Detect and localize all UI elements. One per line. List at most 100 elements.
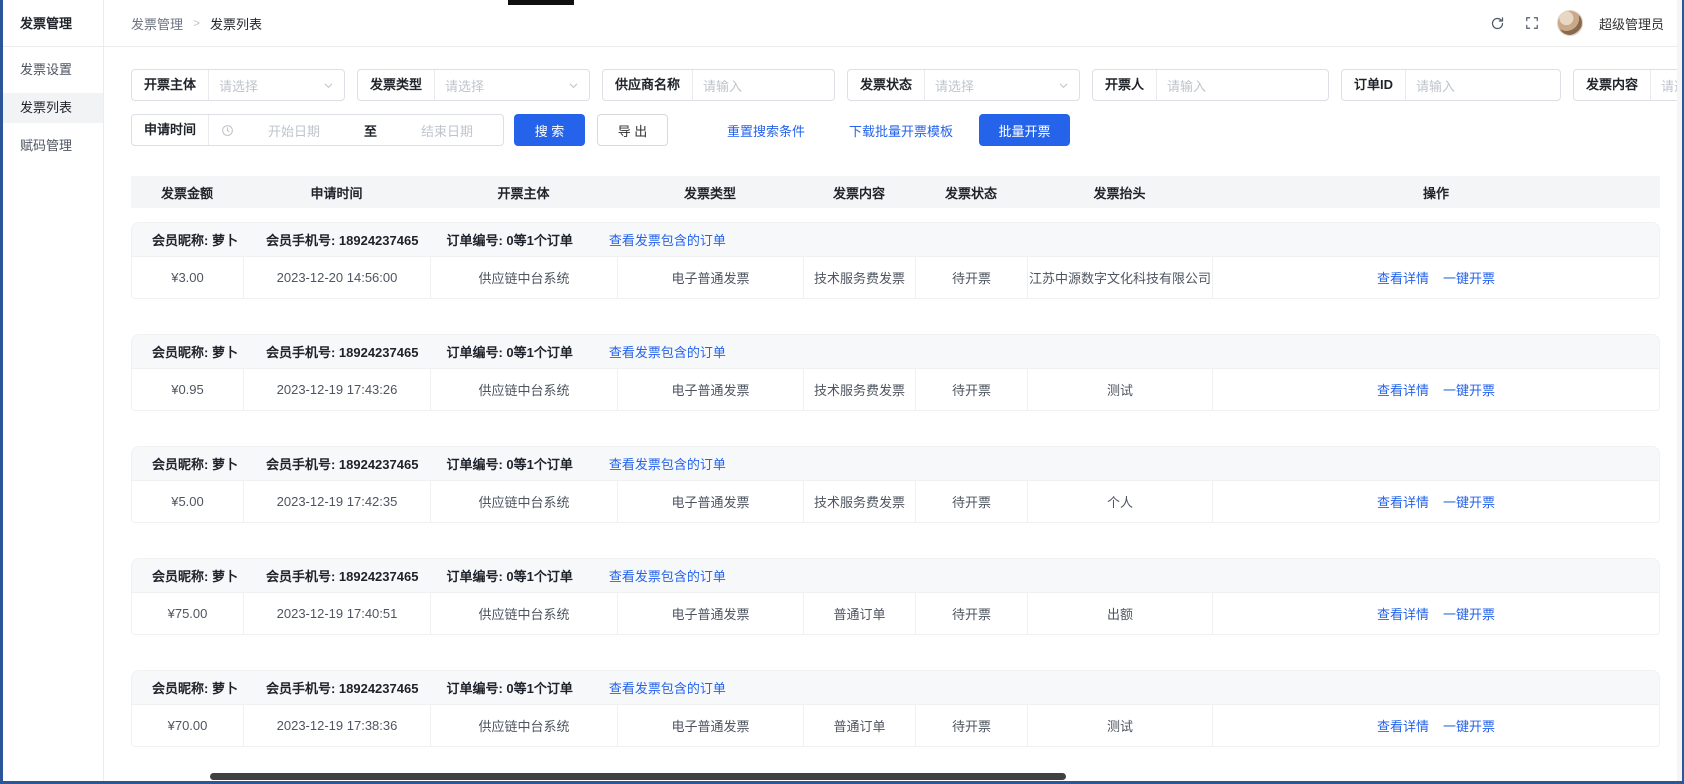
filter-invoice-subject[interactable]: 开票主体 请选择 <box>131 69 345 101</box>
cell-invoice-amount: ¥75.00 <box>132 593 244 634</box>
cell-apply-time: 2023-12-20 14:56:00 <box>244 257 431 298</box>
col-invoice-content: 发票内容 <box>803 176 915 208</box>
filter-label: 发票状态 <box>848 76 924 94</box>
search-button[interactable]: 搜 索 <box>514 114 585 146</box>
cell-invoice-subject: 供应链中台系统 <box>431 369 618 410</box>
one-click-invoice-link[interactable]: 一键开票 <box>1443 716 1495 735</box>
filter-placeholder: 请输入 <box>1157 70 1328 100</box>
reset-search-link[interactable]: 重置搜索条件 <box>727 121 805 140</box>
member-phone: 会员手机号: 18924237465 <box>266 678 418 697</box>
horizontal-scrollbar-thumb[interactable] <box>210 773 1066 780</box>
col-invoice-subject: 开票主体 <box>430 176 617 208</box>
cell-invoice-content: 技术服务费发票 <box>804 481 916 522</box>
batch-invoice-button[interactable]: 批量开票 <box>979 114 1070 146</box>
cell-apply-time: 2023-12-19 17:42:35 <box>244 481 431 522</box>
cell-invoice-type: 电子普通发票 <box>618 593 804 634</box>
date-end-input[interactable]: 结束日期 <box>391 115 503 145</box>
invoice-table: 发票金额 申请时间 开票主体 发票类型 发票内容 发票状态 发票抬头 操作 会员… <box>131 176 1660 747</box>
table-body: 会员昵称: 萝卜 会员手机号: 18924237465 订单编号: 0等1个订单… <box>131 222 1660 747</box>
download-batch-template-link[interactable]: 下载批量开票模板 <box>849 121 953 140</box>
filter-label: 申请时间 <box>132 121 208 139</box>
view-detail-link[interactable]: 查看详情 <box>1377 380 1429 399</box>
filter-placeholder: 请选择 <box>925 70 1058 100</box>
col-apply-time: 申请时间 <box>243 176 430 208</box>
date-range-separator: 至 <box>350 121 391 140</box>
invoice-row: ¥70.00 2023-12-19 17:38:36 供应链中台系统 电子普通发… <box>132 704 1659 746</box>
view-detail-link[interactable]: 查看详情 <box>1377 716 1429 735</box>
view-included-orders-link[interactable]: 查看发票包含的订单 <box>609 454 726 473</box>
col-invoice-amount: 发票金额 <box>131 176 243 208</box>
top-strip <box>508 0 574 5</box>
filter-placeholder: 请输入 <box>1406 70 1560 100</box>
view-included-orders-link[interactable]: 查看发票包含的订单 <box>609 342 726 361</box>
cell-actions: 查看详情 一键开票 <box>1213 593 1659 634</box>
filter-invoice-type[interactable]: 发票类型 请选择 <box>357 69 590 101</box>
cell-apply-time: 2023-12-19 17:43:26 <box>244 369 431 410</box>
cell-actions: 查看详情 一键开票 <box>1213 369 1659 410</box>
view-detail-link[interactable]: 查看详情 <box>1377 604 1429 623</box>
date-start-input[interactable]: 开始日期 <box>238 115 350 145</box>
main-area: 发票管理 > 发票列表 超级管理员 <box>104 0 1682 781</box>
breadcrumb-separator: > <box>193 16 200 30</box>
vertical-scrollbar[interactable] <box>1677 0 1682 781</box>
cell-invoice-subject: 供应链中台系统 <box>431 481 618 522</box>
table-header-row: 发票金额 申请时间 开票主体 发票类型 发票内容 发票状态 发票抬头 操作 <box>131 176 1660 208</box>
view-detail-link[interactable]: 查看详情 <box>1377 268 1429 287</box>
topbar: 发票管理 > 发票列表 超级管理员 <box>104 0 1682 47</box>
member-nickname: 会员昵称: 萝卜 <box>152 230 238 249</box>
topbar-actions: 超级管理员 <box>1489 10 1664 36</box>
refresh-icon[interactable] <box>1489 14 1507 32</box>
cell-invoice-content: 普通订单 <box>804 705 916 746</box>
filter-invoice-status[interactable]: 发票状态 请选择 <box>847 69 1080 101</box>
filter-order-id[interactable]: 订单ID 请输入 <box>1341 69 1561 101</box>
export-button[interactable]: 导 出 <box>597 114 668 146</box>
filter-row-2: 申请时间 开始日期 至 结束日期 搜 索 导 出 重置搜索条件 下载批量开票模板… <box>131 114 1682 146</box>
cell-invoice-amount: ¥0.95 <box>132 369 244 410</box>
invoice-row: ¥75.00 2023-12-19 17:40:51 供应链中台系统 电子普通发… <box>132 592 1659 634</box>
invoice-row: ¥5.00 2023-12-19 17:42:35 供应链中台系统 电子普通发票… <box>132 480 1659 522</box>
order-number: 订单编号: 0等1个订单 <box>446 342 572 361</box>
sidebar-item-invoice-settings[interactable]: 发票设置 <box>3 55 103 85</box>
sidebar-item-invoice-list[interactable]: 发票列表 <box>3 93 103 123</box>
cell-invoice-title: 个人 <box>1028 481 1213 522</box>
cell-invoice-status: 待开票 <box>916 481 1028 522</box>
filter-supplier-name[interactable]: 供应商名称 请输入 <box>602 69 835 101</box>
one-click-invoice-link[interactable]: 一键开票 <box>1443 380 1495 399</box>
member-nickname: 会员昵称: 萝卜 <box>152 678 238 697</box>
filter-invoice-content[interactable]: 发票内容 请选择 <box>1573 69 1684 101</box>
view-included-orders-link[interactable]: 查看发票包含的订单 <box>609 566 726 585</box>
order-number: 订单编号: 0等1个订单 <box>446 230 572 249</box>
filter-row-1: 开票主体 请选择 发票类型 请选择 供应商名称 请输入 发票状态 请选择 <box>131 69 1684 101</box>
cell-apply-time: 2023-12-19 17:38:36 <box>244 705 431 746</box>
cell-apply-time: 2023-12-19 17:40:51 <box>244 593 431 634</box>
view-included-orders-link[interactable]: 查看发票包含的订单 <box>609 678 726 697</box>
fullscreen-icon[interactable] <box>1523 14 1541 32</box>
username[interactable]: 超级管理员 <box>1599 14 1664 33</box>
breadcrumb-invoice-management[interactable]: 发票管理 <box>131 14 183 33</box>
invoice-group: 会员昵称: 萝卜 会员手机号: 18924237465 订单编号: 0等1个订单… <box>131 446 1660 523</box>
member-phone: 会员手机号: 18924237465 <box>266 454 418 473</box>
one-click-invoice-link[interactable]: 一键开票 <box>1443 604 1495 623</box>
col-invoice-type: 发票类型 <box>617 176 803 208</box>
one-click-invoice-link[interactable]: 一键开票 <box>1443 492 1495 511</box>
cell-actions: 查看详情 一键开票 <box>1213 481 1659 522</box>
breadcrumb: 发票管理 > 发票列表 <box>131 14 262 33</box>
sidebar-title: 发票管理 <box>3 0 103 47</box>
filter-label: 开票人 <box>1093 76 1156 94</box>
cell-invoice-type: 电子普通发票 <box>618 481 804 522</box>
view-included-orders-link[interactable]: 查看发票包含的订单 <box>609 230 726 249</box>
view-detail-link[interactable]: 查看详情 <box>1377 492 1429 511</box>
filter-apply-time-range[interactable]: 申请时间 开始日期 至 结束日期 <box>131 114 504 146</box>
invoice-row: ¥3.00 2023-12-20 14:56:00 供应链中台系统 电子普通发票… <box>132 256 1659 298</box>
avatar[interactable] <box>1557 10 1583 36</box>
filter-placeholder: 请输入 <box>693 70 834 100</box>
order-number: 订单编号: 0等1个订单 <box>446 454 572 473</box>
member-nickname: 会员昵称: 萝卜 <box>152 454 238 473</box>
sidebar-item-code-management[interactable]: 赋码管理 <box>3 131 103 161</box>
cell-invoice-subject: 供应链中台系统 <box>431 257 618 298</box>
sidebar: 发票管理 发票设置 发票列表 赋码管理 <box>3 0 104 781</box>
group-header: 会员昵称: 萝卜 会员手机号: 18924237465 订单编号: 0等1个订单… <box>132 447 1659 480</box>
invoice-group: 会员昵称: 萝卜 会员手机号: 18924237465 订单编号: 0等1个订单… <box>131 222 1660 299</box>
filter-issuer[interactable]: 开票人 请输入 <box>1092 69 1329 101</box>
one-click-invoice-link[interactable]: 一键开票 <box>1443 268 1495 287</box>
